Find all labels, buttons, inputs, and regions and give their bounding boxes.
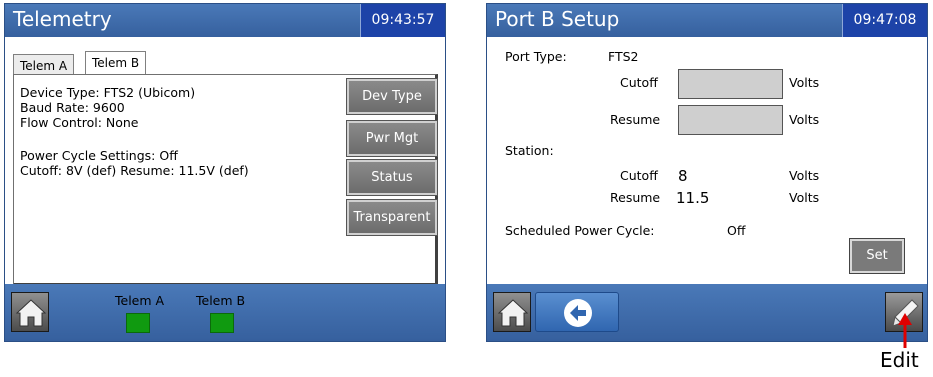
cutoff-label: Cutoff	[620, 75, 658, 90]
power-cycle-text: Power Cycle Settings: Off	[20, 148, 178, 163]
device-type-text: Device Type: FTS2 (Ubicom)	[20, 85, 196, 100]
clock: 09:43:57	[360, 4, 445, 37]
tab-telem-b[interactable]: Telem B	[85, 51, 147, 75]
flow-control-text: Flow Control: None	[20, 115, 139, 130]
telem-a-indicator-label: Telem A	[115, 293, 165, 308]
cutoff-input[interactable]	[678, 69, 783, 99]
port-b-setup-screen: Port B Setup 09:47:08 Port Type: FTS2 Cu…	[486, 3, 928, 342]
title-bar: Port B Setup 09:47:08	[487, 4, 927, 37]
cutoff-resume-text: Cutoff: 8V (def) Resume: 11.5V (def)	[20, 163, 249, 178]
station-cutoff-label: Cutoff	[620, 168, 658, 183]
screen-title: Port B Setup	[495, 7, 620, 31]
home-icon	[498, 299, 528, 327]
edit-callout-label: Edit	[880, 348, 919, 372]
telem-b-indicator	[210, 313, 234, 333]
station-cutoff-value: 8	[678, 167, 688, 185]
scheduled-power-cycle-value: Off	[727, 223, 746, 238]
status-button[interactable]: Status	[346, 159, 438, 196]
home-button[interactable]	[11, 292, 49, 332]
station-cutoff-volts-label: Volts	[789, 168, 820, 183]
scheduled-power-cycle-label: Scheduled Power Cycle:	[505, 223, 655, 238]
port-type-value: FTS2	[608, 49, 639, 64]
bottom-bar	[487, 284, 927, 341]
telem-a-indicator	[126, 313, 150, 333]
bottom-bar: Telem A Telem B	[5, 284, 445, 341]
tab-telem-a[interactable]: Telem A	[13, 54, 75, 75]
dev-type-button[interactable]: Dev Type	[346, 78, 438, 115]
station-resume-value: 11.5	[676, 189, 710, 207]
screen-title: Telemetry	[13, 7, 112, 31]
back-button[interactable]	[535, 292, 619, 332]
home-icon	[16, 299, 46, 327]
callout-arrow	[898, 313, 912, 348]
telemetry-screen: Telemetry 09:43:57 Telem A Telem B Devic…	[4, 3, 446, 342]
telem-b-indicator-label: Telem B	[196, 293, 246, 308]
resume-volts-label: Volts	[789, 112, 820, 127]
station-label: Station:	[505, 143, 554, 158]
station-resume-label: Resume	[610, 190, 661, 205]
pwr-mgt-button[interactable]: Pwr Mgt	[346, 120, 438, 157]
clock: 09:47:08	[842, 4, 927, 37]
baud-rate-text: Baud Rate: 9600	[20, 100, 125, 115]
title-bar: Telemetry 09:43:57	[5, 4, 445, 37]
resume-input[interactable]	[678, 105, 783, 135]
set-button[interactable]: Set	[849, 238, 905, 274]
port-type-label: Port Type:	[505, 49, 567, 64]
cutoff-volts-label: Volts	[789, 75, 820, 90]
back-arrow-icon	[564, 299, 592, 327]
resume-label: Resume	[610, 112, 661, 127]
station-resume-volts-label: Volts	[789, 190, 820, 205]
home-button[interactable]	[493, 292, 531, 332]
transparent-button[interactable]: Transparent	[346, 199, 438, 236]
